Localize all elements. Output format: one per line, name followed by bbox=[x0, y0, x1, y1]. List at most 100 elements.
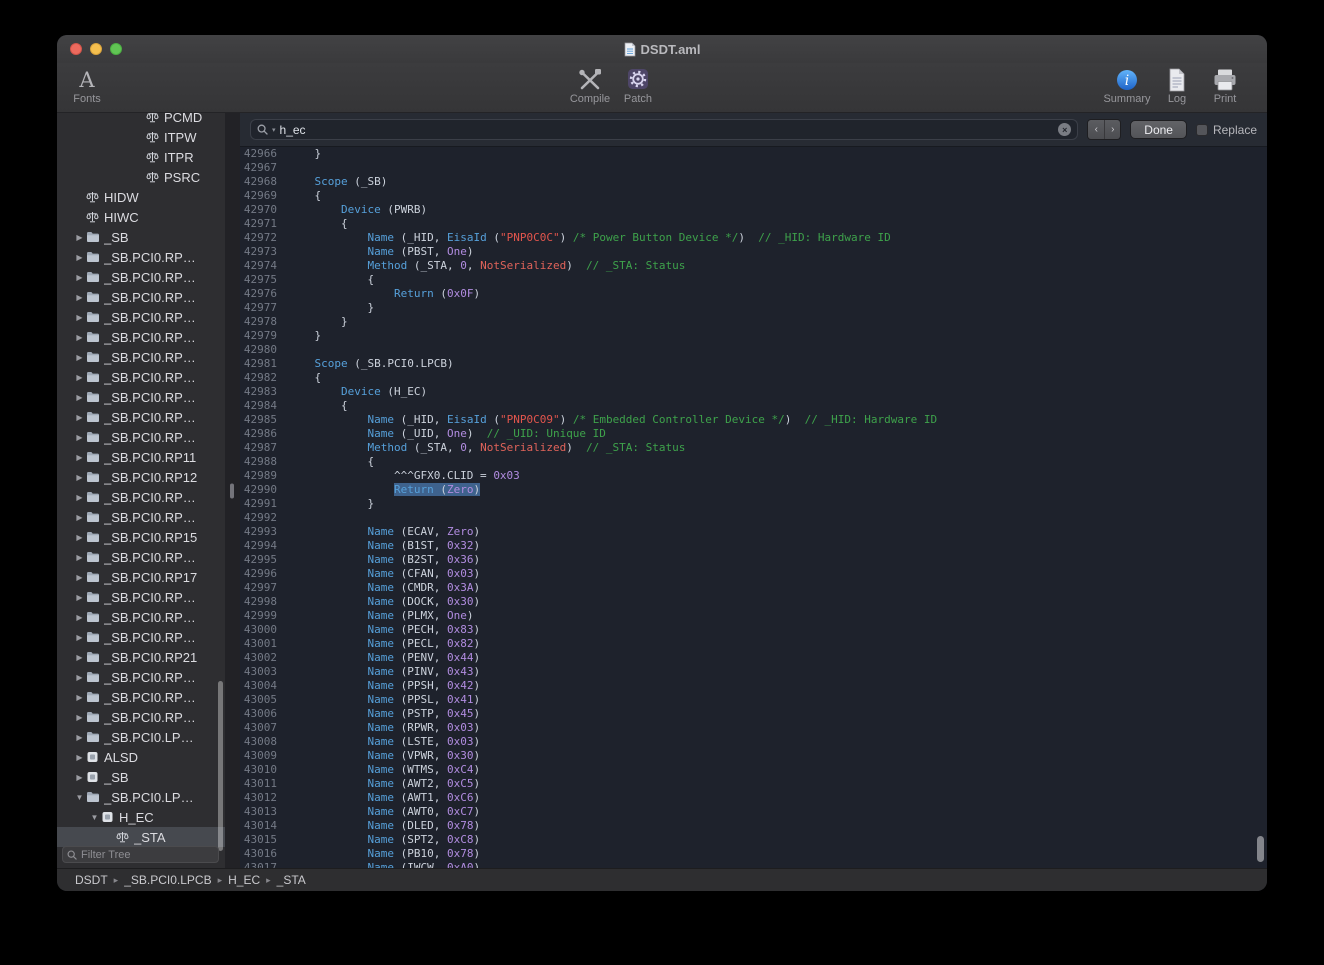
sidebar-item-_sbpci0rp17[interactable]: ▶_SB.PCI0.RP17 bbox=[57, 567, 225, 587]
code-line[interactable]: 42993 Name (ECAV, Zero) bbox=[240, 525, 1267, 539]
code-line[interactable]: 42981 Scope (_SB.PCI0.LPCB) bbox=[240, 357, 1267, 371]
sidebar-item-_sbpci0rp[interactable]: ▶_SB.PCI0.RP… bbox=[57, 607, 225, 627]
disclosure-triangle-icon[interactable]: ▶ bbox=[73, 633, 86, 642]
sidebar-item-_sbpci0rp[interactable]: ▶_SB.PCI0.RP… bbox=[57, 487, 225, 507]
pane-splitter[interactable] bbox=[225, 113, 240, 868]
code-line[interactable]: 42996 Name (CFAN, 0x03) bbox=[240, 567, 1267, 581]
disclosure-triangle-icon[interactable]: ▶ bbox=[73, 473, 86, 482]
code-line[interactable]: 43001 Name (PECL, 0x82) bbox=[240, 637, 1267, 651]
code-line[interactable]: 42988 { bbox=[240, 455, 1267, 469]
disclosure-triangle-icon[interactable]: ▶ bbox=[73, 533, 86, 542]
code-line[interactable]: 42989 ^^^GFX0.CLID = 0x03 bbox=[240, 469, 1267, 483]
sidebar-item-_sbpci0rp[interactable]: ▶_SB.PCI0.RP… bbox=[57, 347, 225, 367]
breadcrumb-item[interactable]: DSDT bbox=[75, 873, 108, 887]
code-line[interactable]: 42978 } bbox=[240, 315, 1267, 329]
disclosure-triangle-icon[interactable]: ▶ bbox=[73, 313, 86, 322]
disclosure-triangle-icon[interactable]: ▶ bbox=[73, 573, 86, 582]
code-line[interactable]: 42995 Name (B2ST, 0x36) bbox=[240, 553, 1267, 567]
sidebar-item-_sbpci0rp12[interactable]: ▶_SB.PCI0.RP12 bbox=[57, 467, 225, 487]
find-next-button[interactable]: › bbox=[1104, 120, 1120, 139]
code-line[interactable]: 43000 Name (PECH, 0x83) bbox=[240, 623, 1267, 637]
code-line[interactable]: 42969 { bbox=[240, 189, 1267, 203]
zoom-button[interactable] bbox=[110, 43, 122, 55]
code-line[interactable]: 43017 Name (IWCW, 0xA0) bbox=[240, 861, 1267, 868]
disclosure-triangle-icon[interactable]: ▶ bbox=[73, 413, 86, 422]
replace-checkbox[interactable] bbox=[1196, 124, 1208, 136]
disclosure-triangle-icon[interactable]: ▶ bbox=[73, 233, 86, 242]
sidebar-item-hiwc[interactable]: HIWC bbox=[57, 207, 225, 227]
code-line[interactable]: 42980 bbox=[240, 343, 1267, 357]
print-button[interactable]: Print bbox=[1197, 66, 1253, 105]
sidebar-item-_sbpci0rp11[interactable]: ▶_SB.PCI0.RP11 bbox=[57, 447, 225, 467]
disclosure-triangle-icon[interactable]: ▶ bbox=[73, 693, 86, 702]
disclosure-triangle-icon[interactable]: ▶ bbox=[73, 513, 86, 522]
sidebar-item-h_ec[interactable]: ▼H_EC bbox=[57, 807, 225, 827]
sidebar-item-_sbpci0rp[interactable]: ▶_SB.PCI0.RP… bbox=[57, 327, 225, 347]
code-line[interactable]: 43004 Name (PPSH, 0x42) bbox=[240, 679, 1267, 693]
code-line[interactable]: 43007 Name (RPWR, 0x03) bbox=[240, 721, 1267, 735]
sidebar-item-_sbpci0lp[interactable]: ▼_SB.PCI0.LP… bbox=[57, 787, 225, 807]
code-line[interactable]: 42994 Name (B1ST, 0x32) bbox=[240, 539, 1267, 553]
code-line[interactable]: 42972 Name (_HID, EisaId ("PNP0C0C") /* … bbox=[240, 231, 1267, 245]
sidebar-item-_sbpci0rp[interactable]: ▶_SB.PCI0.RP… bbox=[57, 547, 225, 567]
sidebar-item-_sbpci0lp[interactable]: ▶_SB.PCI0.LP… bbox=[57, 727, 225, 747]
sidebar-item-pcmd[interactable]: PCMD bbox=[57, 113, 225, 127]
sidebar-item-psrc[interactable]: PSRC bbox=[57, 167, 225, 187]
sidebar-item-hidw[interactable]: HIDW bbox=[57, 187, 225, 207]
breadcrumb-item[interactable]: H_EC bbox=[228, 873, 260, 887]
code-line[interactable]: 42975 { bbox=[240, 273, 1267, 287]
sidebar-item-_sbpci0rp[interactable]: ▶_SB.PCI0.RP… bbox=[57, 367, 225, 387]
code-line[interactable]: 42977 } bbox=[240, 301, 1267, 315]
code-line[interactable]: 42985 Name (_HID, EisaId ("PNP0C09") /* … bbox=[240, 413, 1267, 427]
disclosure-triangle-icon[interactable]: ▶ bbox=[73, 293, 86, 302]
disclosure-triangle-icon[interactable]: ▶ bbox=[73, 713, 86, 722]
sidebar-item-_sbpci0rp[interactable]: ▶_SB.PCI0.RP… bbox=[57, 307, 225, 327]
disclosure-triangle-icon[interactable]: ▶ bbox=[73, 373, 86, 382]
disclosure-triangle-icon[interactable]: ▶ bbox=[73, 673, 86, 682]
disclosure-triangle-icon[interactable]: ▶ bbox=[73, 733, 86, 742]
clear-search-icon[interactable]: × bbox=[1058, 123, 1071, 136]
code-line[interactable]: 43013 Name (AWT0, 0xC7) bbox=[240, 805, 1267, 819]
disclosure-triangle-icon[interactable]: ▶ bbox=[73, 393, 86, 402]
code-line[interactable]: 43005 Name (PPSL, 0x41) bbox=[240, 693, 1267, 707]
sidebar-item-_sbpci0rp[interactable]: ▶_SB.PCI0.RP… bbox=[57, 627, 225, 647]
code-line[interactable]: 42982 { bbox=[240, 371, 1267, 385]
sidebar-item-_sbpci0rp[interactable]: ▶_SB.PCI0.RP… bbox=[57, 267, 225, 287]
sidebar-item-_sta[interactable]: _STA bbox=[57, 827, 225, 847]
code-line[interactable]: 42970 Device (PWRB) bbox=[240, 203, 1267, 217]
sidebar-item-_sb[interactable]: ▶_SB bbox=[57, 227, 225, 247]
code-line[interactable]: 42991 } bbox=[240, 497, 1267, 511]
sidebar-item-_sbpci0rp[interactable]: ▶_SB.PCI0.RP… bbox=[57, 507, 225, 527]
sidebar-item-_sbpci0rp[interactable]: ▶_SB.PCI0.RP… bbox=[57, 707, 225, 727]
code-line[interactable]: 42983 Device (H_EC) bbox=[240, 385, 1267, 399]
code-line[interactable]: 43003 Name (PINV, 0x43) bbox=[240, 665, 1267, 679]
code-line[interactable]: 42973 Name (PBST, One) bbox=[240, 245, 1267, 259]
sidebar-item-_sb[interactable]: ▶_SB bbox=[57, 767, 225, 787]
breadcrumb-item[interactable]: _STA bbox=[277, 873, 306, 887]
code-line[interactable]: 42976 Return (0x0F) bbox=[240, 287, 1267, 301]
code-line[interactable]: 43016 Name (PB10, 0x78) bbox=[240, 847, 1267, 861]
sidebar-item-_sbpci0rp[interactable]: ▶_SB.PCI0.RP… bbox=[57, 667, 225, 687]
fonts-button[interactable]: A Fonts bbox=[59, 66, 115, 105]
code-line[interactable]: 42968 Scope (_SB) bbox=[240, 175, 1267, 189]
disclosure-triangle-icon[interactable]: ▶ bbox=[73, 493, 86, 502]
sidebar-item-_sbpci0rp[interactable]: ▶_SB.PCI0.RP… bbox=[57, 247, 225, 267]
disclosure-triangle-icon[interactable]: ▶ bbox=[73, 453, 86, 462]
disclosure-triangle-icon[interactable]: ▶ bbox=[73, 753, 86, 762]
code-line[interactable]: 42987 Method (_STA, 0, NotSerialized) //… bbox=[240, 441, 1267, 455]
minimize-button[interactable] bbox=[90, 43, 102, 55]
sidebar-item-alsd[interactable]: ▶ALSD bbox=[57, 747, 225, 767]
code-line[interactable]: 42999 Name (PLMX, One) bbox=[240, 609, 1267, 623]
disclosure-triangle-icon[interactable]: ▶ bbox=[73, 433, 86, 442]
document-proxy-icon[interactable] bbox=[624, 42, 636, 57]
disclosure-triangle-icon[interactable]: ▶ bbox=[73, 253, 86, 262]
disclosure-triangle-icon[interactable]: ▶ bbox=[73, 553, 86, 562]
code-line[interactable]: 43006 Name (PSTP, 0x45) bbox=[240, 707, 1267, 721]
breadcrumb-item[interactable]: _SB.PCI0.LPCB bbox=[124, 873, 211, 887]
code-line[interactable]: 43008 Name (LSTE, 0x03) bbox=[240, 735, 1267, 749]
filter-tree-field[interactable]: Filter Tree bbox=[62, 846, 219, 863]
disclosure-triangle-icon[interactable]: ▶ bbox=[73, 273, 86, 282]
sidebar-item-_sbpci0rp[interactable]: ▶_SB.PCI0.RP… bbox=[57, 287, 225, 307]
disclosure-triangle-icon[interactable]: ▶ bbox=[73, 613, 86, 622]
sidebar-item-_sbpci0rp[interactable]: ▶_SB.PCI0.RP… bbox=[57, 687, 225, 707]
